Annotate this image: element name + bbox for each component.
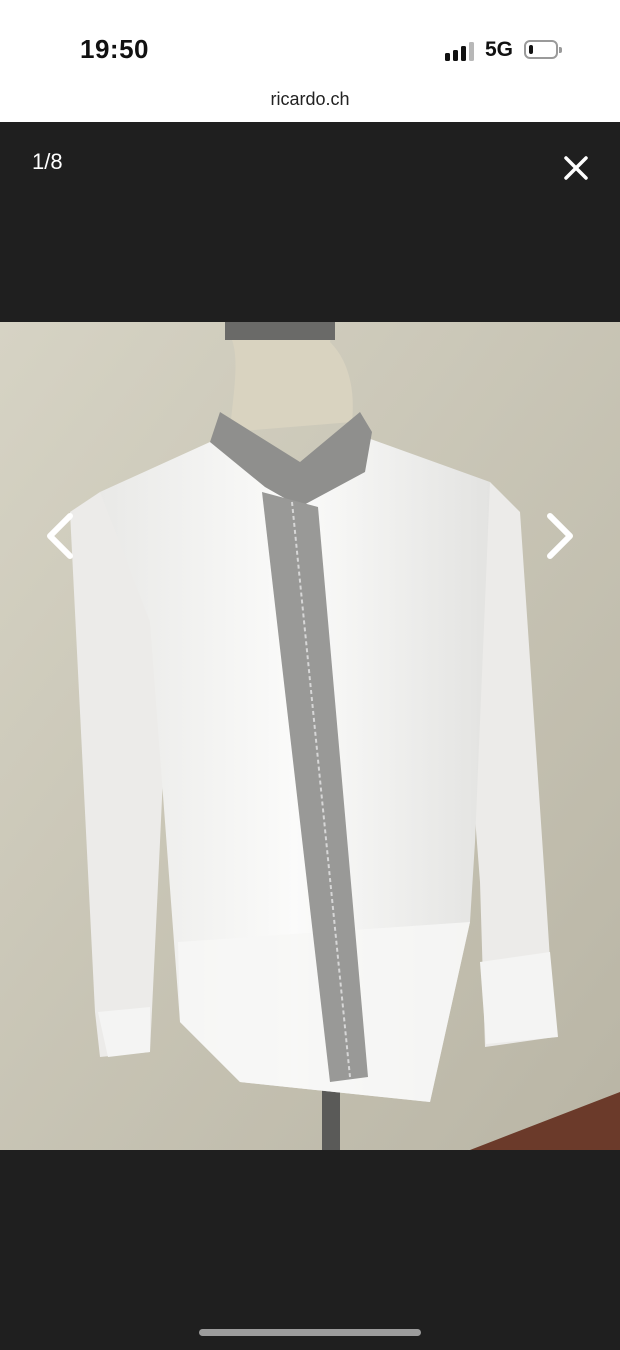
chevron-left-icon [47, 513, 73, 559]
battery-icon [524, 40, 562, 59]
status-bar: 19:50 5G [0, 0, 620, 80]
image-counter: 1/8 [32, 149, 63, 174]
close-button[interactable] [560, 152, 592, 184]
battery-level [529, 45, 533, 54]
url-text[interactable]: ricardo.ch [270, 89, 349, 109]
signal-icon [445, 41, 477, 61]
chevron-right-icon [547, 513, 573, 559]
network-type: 5G [485, 38, 514, 61]
home-indicator[interactable] [199, 1329, 421, 1336]
product-photo [0, 322, 620, 1150]
previous-image-button[interactable] [40, 508, 80, 564]
image-viewer: 1/8 [0, 122, 620, 1350]
address-bar[interactable]: ricardo.ch [0, 80, 620, 122]
next-image-button[interactable] [540, 508, 580, 564]
close-icon [564, 156, 588, 180]
shirt-photo-illustration [0, 322, 620, 1150]
status-time: 19:50 [80, 34, 149, 64]
